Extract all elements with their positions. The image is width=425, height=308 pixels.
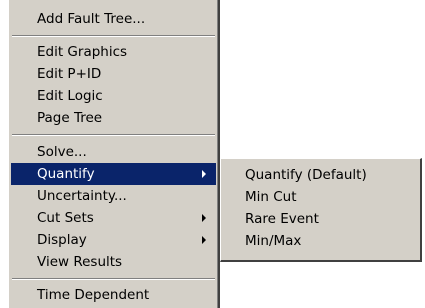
menu-item-uncertainty[interactable]: Uncertainty... bbox=[11, 185, 216, 207]
context-menu: Add Fault Tree... Edit Graphics Edit P+I… bbox=[8, 0, 220, 308]
menu-item-label: Page Tree bbox=[37, 110, 103, 126]
submenu-item-quantify-default[interactable]: Quantify (Default) bbox=[223, 164, 418, 186]
submenu-arrow-icon bbox=[202, 170, 206, 178]
menu-item-label: Edit Logic bbox=[37, 88, 103, 104]
menu-item-edit-logic[interactable]: Edit Logic bbox=[11, 85, 216, 107]
menu-item-label: Rare Event bbox=[245, 211, 319, 227]
submenu-item-min-max[interactable]: Min/Max bbox=[223, 230, 418, 252]
menu-item-label: Edit Graphics bbox=[37, 44, 128, 60]
menu-item-label: Min Cut bbox=[245, 189, 297, 205]
submenu-item-min-cut[interactable]: Min Cut bbox=[223, 186, 418, 208]
menu-item-page-tree[interactable]: Page Tree bbox=[11, 107, 216, 129]
menu-item-solve[interactable]: Solve... bbox=[11, 141, 216, 163]
menu-item-label: Uncertainty... bbox=[37, 188, 127, 204]
menu-item-label: Add Fault Tree... bbox=[37, 11, 146, 27]
menu-item-view-results[interactable]: View Results bbox=[11, 251, 216, 273]
menu-item-edit-graphics[interactable]: Edit Graphics bbox=[11, 41, 216, 63]
menu-item-label: Time Dependent bbox=[37, 287, 150, 303]
menu-item-display[interactable]: Display bbox=[11, 229, 216, 251]
menu-item-add-fault-tree[interactable]: Add Fault Tree... bbox=[11, 8, 216, 30]
menu-item-label: Quantify (Default) bbox=[245, 167, 367, 183]
submenu-arrow-icon bbox=[202, 214, 206, 222]
quantify-submenu: Quantify (Default) Min Cut Rare Event Mi… bbox=[220, 158, 422, 262]
menu-separator bbox=[12, 35, 215, 37]
menu-item-edit-pid[interactable]: Edit P+ID bbox=[11, 63, 216, 85]
submenu-arrow-icon bbox=[202, 236, 206, 244]
menu-separator bbox=[12, 278, 215, 280]
menu-item-label: Display bbox=[37, 232, 87, 248]
menu-item-quantify[interactable]: Quantify bbox=[11, 163, 216, 185]
menu-item-label: View Results bbox=[37, 254, 123, 270]
menu-item-label: Edit P+ID bbox=[37, 66, 102, 82]
menu-item-label: Min/Max bbox=[245, 233, 302, 249]
menu-item-time-dependent[interactable]: Time Dependent bbox=[11, 284, 216, 306]
submenu-item-rare-event[interactable]: Rare Event bbox=[223, 208, 418, 230]
menu-item-label: Cut Sets bbox=[37, 210, 94, 226]
menu-separator bbox=[12, 134, 215, 136]
menu-item-label: Solve... bbox=[37, 144, 87, 160]
menu-item-label: Quantify bbox=[37, 166, 95, 182]
menu-item-cut-sets[interactable]: Cut Sets bbox=[11, 207, 216, 229]
